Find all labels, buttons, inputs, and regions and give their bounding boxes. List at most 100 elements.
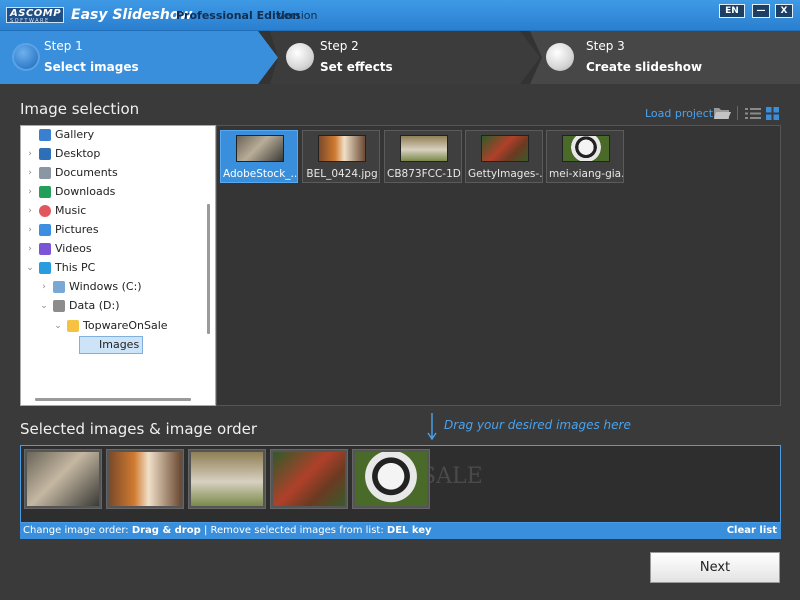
- step-2-name: Set effects: [320, 60, 393, 74]
- downloads-icon: [39, 186, 51, 198]
- panda-photo: [562, 135, 610, 162]
- steps-bar: Step 1 Select images Step 2 Set effects …: [0, 31, 800, 84]
- image-caption: BEL_0424.jpg: [306, 168, 378, 180]
- tree-vertical-scrollbar[interactable]: [207, 204, 210, 334]
- tree-item-label: Documents: [55, 166, 118, 179]
- folder-open-icon[interactable]: [713, 106, 731, 120]
- chevron-right-icon[interactable]: ›: [25, 164, 35, 182]
- step-2[interactable]: Step 2 Set effects: [270, 31, 540, 84]
- step-1-indicator-icon: [12, 43, 40, 71]
- tree-item-label: Desktop: [55, 147, 101, 160]
- red-panda-photo: [273, 452, 345, 506]
- chevron-down-icon[interactable]: ⌄: [39, 297, 49, 315]
- selected-image[interactable]: [24, 449, 102, 509]
- step-2-indicator-icon: [286, 43, 314, 71]
- step-3-name: Create slideshow: [586, 60, 703, 74]
- tree-item-label: Images: [79, 336, 144, 354]
- title-bar: ASCOMP SOFTWARE Easy Slideshow Professio…: [0, 0, 800, 31]
- image-thumbnail[interactable]: CB873FCC-1D...: [384, 130, 462, 183]
- image-thumbnail[interactable]: mei-xiang-gia...: [546, 130, 624, 183]
- app-title: Easy Slideshow: [71, 7, 193, 23]
- step-1[interactable]: Step 1 Select images: [0, 31, 278, 84]
- rhino-photo: [191, 452, 263, 506]
- language-button[interactable]: EN: [719, 4, 745, 18]
- step-3-number: Step 3: [586, 39, 625, 53]
- step-3-indicator-icon: [546, 43, 574, 71]
- image-thumbnail[interactable]: GettyImages-...: [465, 130, 543, 183]
- step-1-name: Select images: [44, 60, 139, 74]
- chevron-right-icon[interactable]: ›: [25, 221, 35, 239]
- clear-list-link[interactable]: Clear list: [727, 523, 777, 539]
- image-caption: GettyImages-...: [468, 168, 542, 180]
- lynx-photo: [236, 135, 284, 162]
- selected-images-title: Selected images & image order: [20, 420, 258, 438]
- strip-status-bar: Change image order: Drag & drop | Remove…: [20, 523, 781, 539]
- step-2-number: Step 2: [320, 39, 359, 53]
- selected-image[interactable]: [352, 449, 430, 509]
- chevron-down-icon[interactable]: ⌄: [25, 259, 35, 277]
- tiger-photo: [109, 452, 181, 506]
- watermark: SALE: [421, 464, 483, 489]
- computer-icon: [39, 262, 51, 274]
- list-view-icon[interactable]: [745, 107, 761, 120]
- hint-mid: | Remove selected images from list:: [200, 525, 387, 536]
- tree-item-label: Pictures: [55, 223, 99, 236]
- tree-item-label: Videos: [55, 242, 92, 255]
- music-icon: [39, 205, 51, 217]
- drive-icon: [53, 300, 65, 312]
- tree-item-label: Data (D:): [69, 299, 120, 312]
- hint-key: DEL key: [386, 525, 432, 536]
- hint-drag: Drag & drop: [131, 525, 201, 536]
- grid-view-icon[interactable]: [766, 107, 779, 120]
- view-separator: [737, 106, 738, 120]
- desktop-icon: [39, 148, 51, 160]
- tiger-photo: [318, 135, 366, 162]
- strip-hint: Change image order: Drag & drop | Remove…: [23, 523, 432, 539]
- tree-item-label: Gallery: [55, 128, 95, 141]
- image-grid[interactable]: AdobeStock_... BEL_0424.jpg CB873FCC-1D.…: [216, 125, 781, 406]
- documents-icon: [39, 167, 51, 179]
- step-1-number: Step 1: [44, 39, 83, 53]
- panda-photo: [355, 452, 427, 506]
- close-button[interactable]: X: [775, 4, 793, 18]
- tree-horizontal-scrollbar[interactable]: [35, 398, 191, 401]
- app-version-label: Version: [277, 9, 318, 22]
- image-selection-title: Image selection: [20, 100, 140, 118]
- selected-images-strip[interactable]: SALE: [20, 445, 781, 523]
- load-project-link[interactable]: Load project:: [645, 107, 717, 120]
- minimize-button[interactable]: —: [752, 4, 770, 18]
- videos-icon: [39, 243, 51, 255]
- chevron-right-icon[interactable]: ›: [25, 240, 35, 258]
- logo-subtext: SOFTWARE: [10, 18, 50, 24]
- tree-item-label: Music: [55, 204, 87, 217]
- hint-prefix: Change image order:: [23, 525, 132, 536]
- arrow-down-icon: [427, 413, 437, 441]
- tree-item-label: Windows (C:): [69, 280, 142, 293]
- step-1-background: [0, 31, 278, 84]
- red-panda-photo: [481, 135, 529, 162]
- chevron-right-icon[interactable]: ›: [25, 183, 35, 201]
- next-button[interactable]: Next: [650, 552, 780, 583]
- rhino-photo: [400, 135, 448, 162]
- pictures-icon: [39, 224, 51, 236]
- ascomp-logo: ASCOMP SOFTWARE: [6, 7, 64, 24]
- tree-item-label: This PC: [55, 261, 96, 274]
- gallery-icon: [39, 129, 51, 141]
- selected-image[interactable]: [106, 449, 184, 509]
- image-caption: AdobeStock_...: [223, 168, 297, 180]
- chevron-down-icon[interactable]: ⌄: [53, 317, 63, 335]
- selected-image[interactable]: [188, 449, 266, 509]
- folder-icon: [67, 320, 79, 332]
- chevron-right-icon[interactable]: ›: [25, 145, 35, 163]
- image-thumbnail[interactable]: BEL_0424.jpg: [302, 130, 380, 183]
- image-caption: CB873FCC-1D...: [387, 168, 461, 180]
- tree-item-label: Downloads: [55, 185, 116, 198]
- step-3[interactable]: Step 3 Create slideshow: [530, 31, 800, 84]
- lynx-photo: [27, 452, 99, 506]
- image-thumbnail[interactable]: AdobeStock_...: [220, 130, 298, 183]
- drive-icon: [53, 281, 65, 293]
- chevron-right-icon[interactable]: ›: [39, 278, 49, 296]
- folder-tree[interactable]: Gallery › Desktop › Documents › Download…: [20, 125, 216, 406]
- selected-image[interactable]: [270, 449, 348, 509]
- chevron-right-icon[interactable]: ›: [25, 202, 35, 220]
